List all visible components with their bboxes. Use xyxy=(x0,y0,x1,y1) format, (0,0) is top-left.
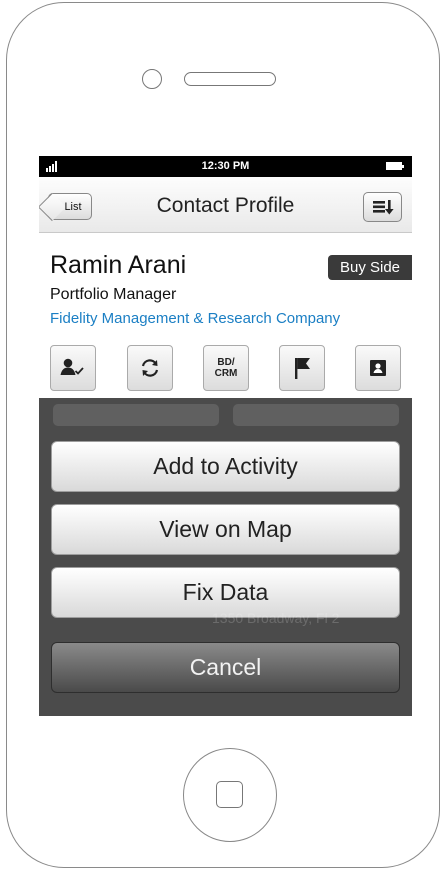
speaker-grille xyxy=(184,72,276,86)
bd-crm-icon: BD/ CRM xyxy=(215,357,238,379)
status-bar: 12:30 PM xyxy=(39,156,412,177)
assign-contact-icon xyxy=(60,358,84,375)
dimmed-background-button xyxy=(233,404,399,426)
bd-crm-label-line2: CRM xyxy=(214,368,238,379)
phone-screen: 12:30 PM List Contact Profile Ramin Aran… xyxy=(39,156,412,716)
sync-icon xyxy=(141,359,159,377)
sort-button[interactable] xyxy=(363,192,402,222)
status-badge: Buy Side xyxy=(328,255,412,280)
flag-button[interactable] xyxy=(279,345,325,391)
sync-button[interactable] xyxy=(127,345,173,391)
flag-icon xyxy=(295,358,310,379)
contact-card-button[interactable] xyxy=(355,345,401,391)
contact-title: Portfolio Manager xyxy=(50,286,177,303)
background-address: 1350 Broadway, Fl 2 xyxy=(212,610,340,626)
status-time: 12:30 PM xyxy=(201,160,250,172)
cancel-button[interactable]: Cancel xyxy=(51,642,400,693)
bd-crm-label-line1: BD/ xyxy=(217,357,235,368)
add-to-activity-button[interactable]: Add to Activity xyxy=(51,441,400,492)
view-on-map-button[interactable]: View on Map xyxy=(51,504,400,555)
bd-crm-button[interactable]: BD/ CRM xyxy=(203,345,249,391)
dimmed-background-button xyxy=(53,404,219,426)
contact-name: Ramin Arani xyxy=(50,251,187,279)
contact-card-icon xyxy=(370,360,386,376)
home-square-icon xyxy=(216,781,243,808)
assign-contact-button[interactable] xyxy=(50,345,96,391)
camera-icon xyxy=(142,69,162,89)
page-title: Contact Profile xyxy=(156,194,295,217)
sort-icon xyxy=(373,200,394,215)
nav-bar: List Contact Profile xyxy=(39,177,412,233)
action-sheet: Add to Activity View on Map Fix Data Can… xyxy=(39,398,412,716)
battery-icon xyxy=(386,162,404,170)
company-link[interactable]: Fidelity Management & Research Company xyxy=(50,310,340,327)
